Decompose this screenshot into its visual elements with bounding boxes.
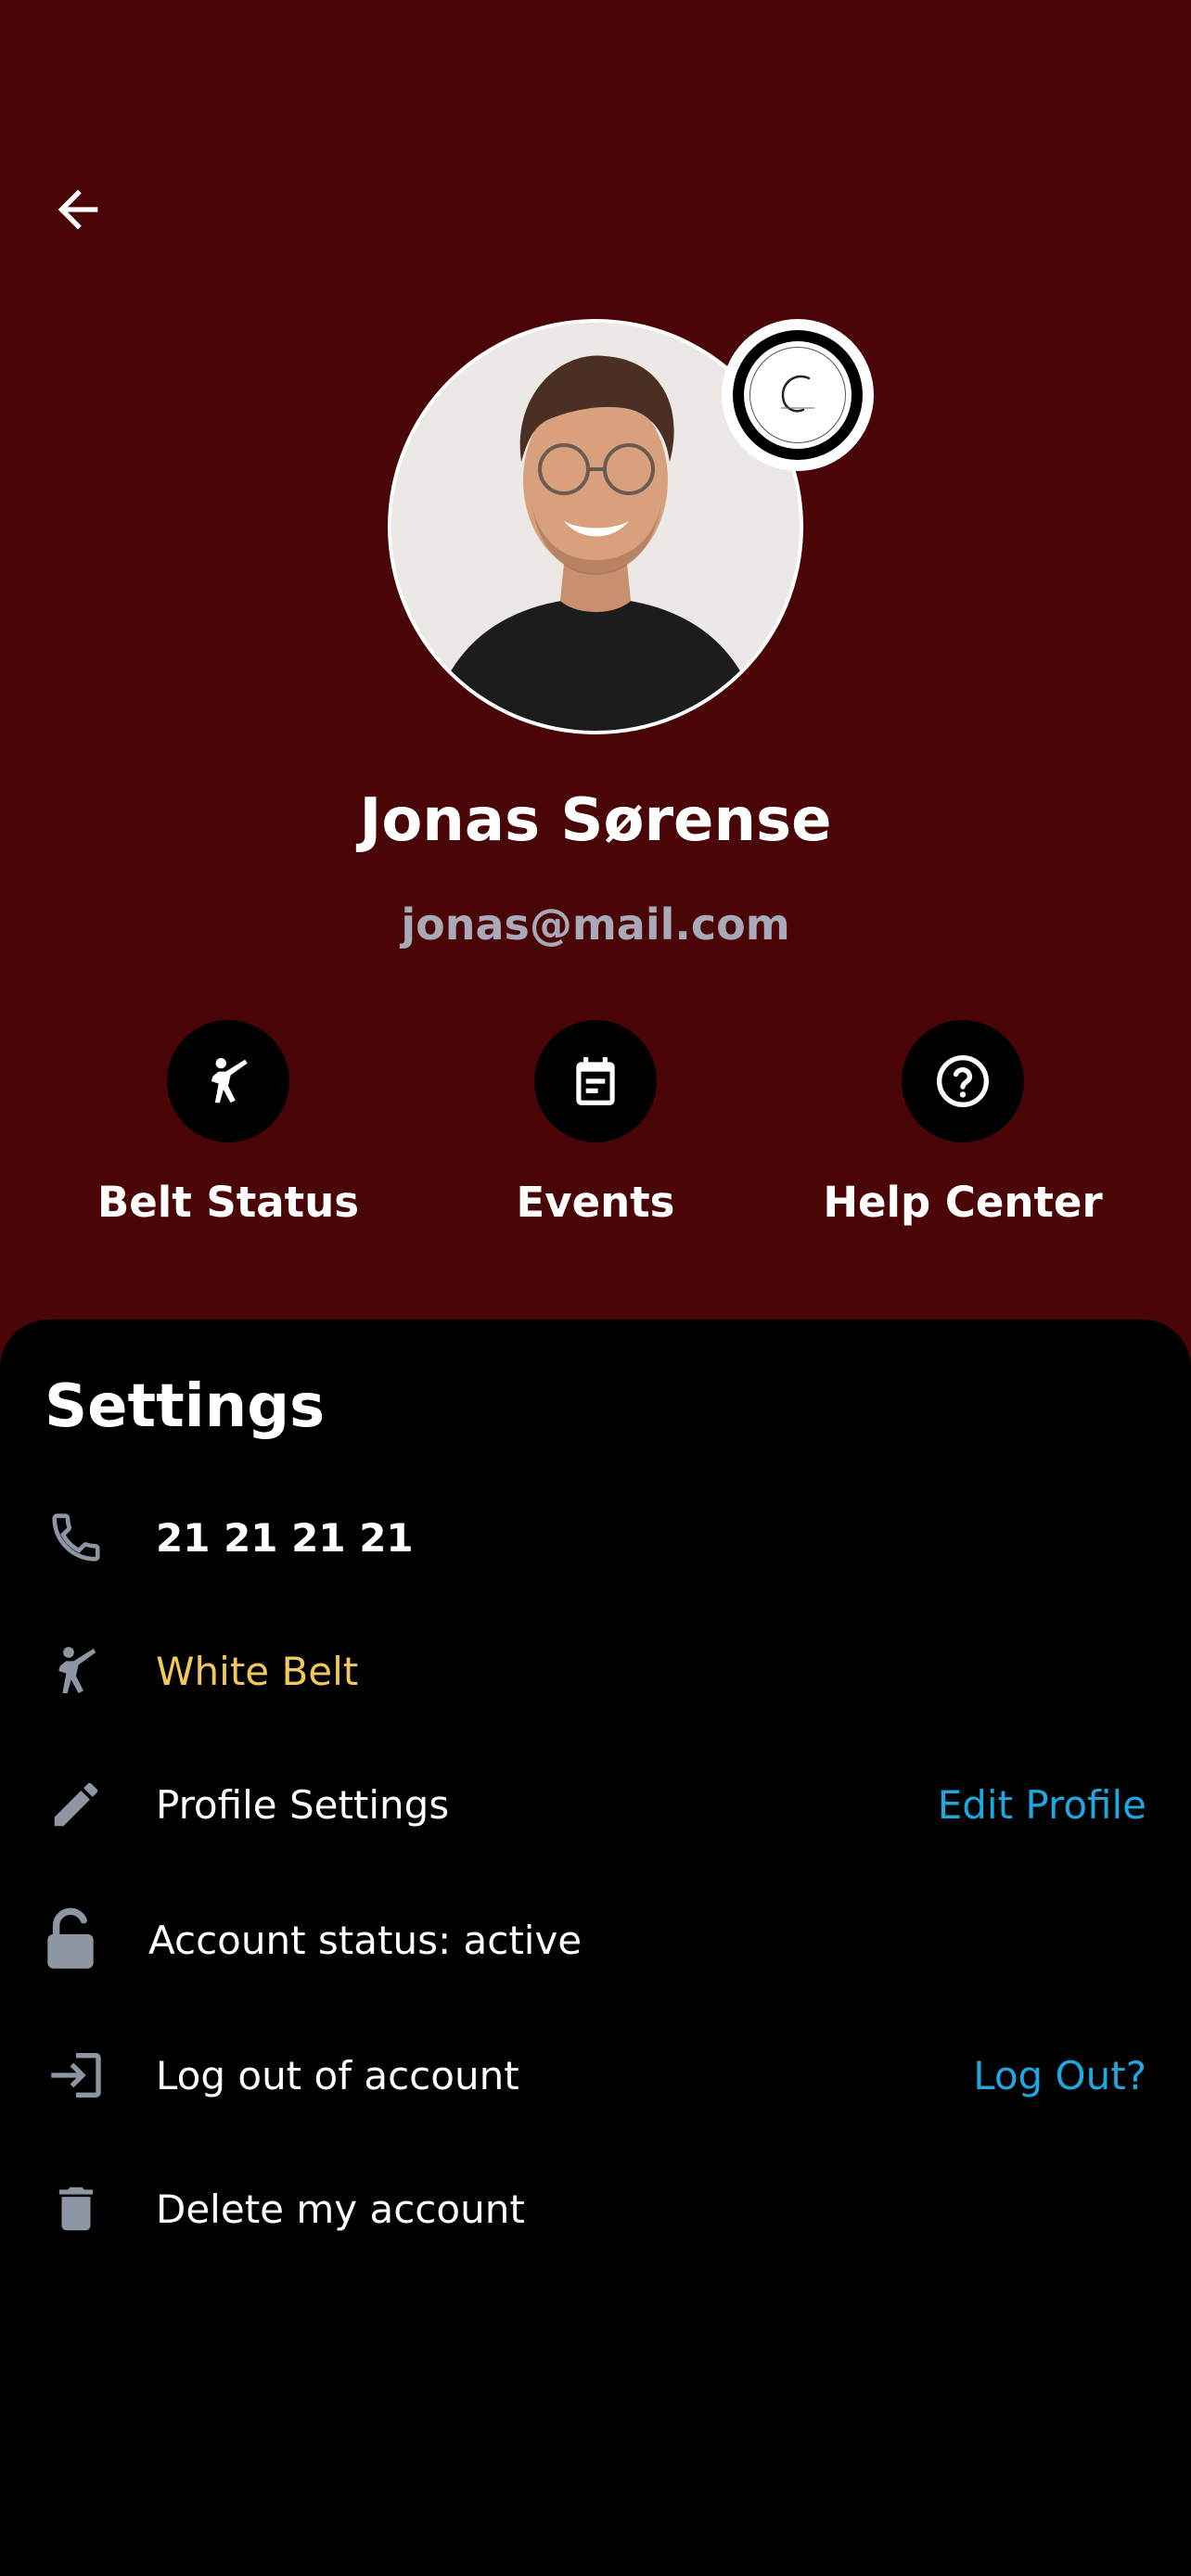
delete-account-row[interactable]: Delete my account <box>0 2162 1191 2255</box>
login-arrow-icon <box>39 2038 113 2112</box>
delete-account-label: Delete my account <box>156 2186 525 2232</box>
help-center-icon-circle <box>902 1020 1024 1142</box>
settings-title: Settings <box>45 1372 326 1441</box>
events-icon-circle <box>534 1020 657 1142</box>
pencil-icon <box>39 1767 113 1842</box>
club-badge <box>722 319 874 471</box>
help-center-button[interactable]: Help Center <box>796 1020 1130 1227</box>
phone-row: 21 21 21 21 <box>0 1491 1191 1584</box>
belt-row: White Belt <box>0 1625 1191 1717</box>
trash-icon <box>39 2172 113 2246</box>
question-circle-icon <box>937 1055 989 1107</box>
belt-status-button[interactable]: Belt Status <box>61 1020 395 1227</box>
account-status-label: Account status: active <box>148 1917 583 1963</box>
belt-status-icon-circle <box>167 1020 289 1142</box>
profile-settings-row: Profile Settings Edit Profile <box>0 1758 1191 1851</box>
logout-link[interactable]: Log Out? <box>973 2053 1146 2098</box>
unlock-icon <box>33 1903 108 1977</box>
logout-row: Log out of account Log Out? <box>0 2029 1191 2122</box>
club-logo <box>781 375 814 413</box>
back-button[interactable] <box>45 176 111 243</box>
belt-level: White Belt <box>156 1648 359 1694</box>
account-status-row: Account status: active <box>0 1894 1191 1986</box>
arrow-left-icon <box>58 189 98 230</box>
phone-icon <box>39 1500 113 1575</box>
edit-profile-link[interactable]: Edit Profile <box>938 1782 1146 1828</box>
phone-number: 21 21 21 21 <box>156 1514 414 1561</box>
help-center-label: Help Center <box>823 1178 1103 1227</box>
martial-arts-kick-icon <box>211 1057 248 1103</box>
belt-status-label: Belt Status <box>96 1178 360 1227</box>
calendar-note-icon <box>576 1057 615 1105</box>
profile-settings-label: Profile Settings <box>156 1781 450 1828</box>
profile-name: Jonas Sørense <box>359 786 832 855</box>
events-label: Events <box>516 1178 675 1227</box>
belt-icon <box>39 1634 113 1708</box>
logout-label: Log out of account <box>156 2052 519 2098</box>
profile-email: jonas@mail.com <box>401 899 790 950</box>
events-button[interactable]: Events <box>429 1020 762 1227</box>
